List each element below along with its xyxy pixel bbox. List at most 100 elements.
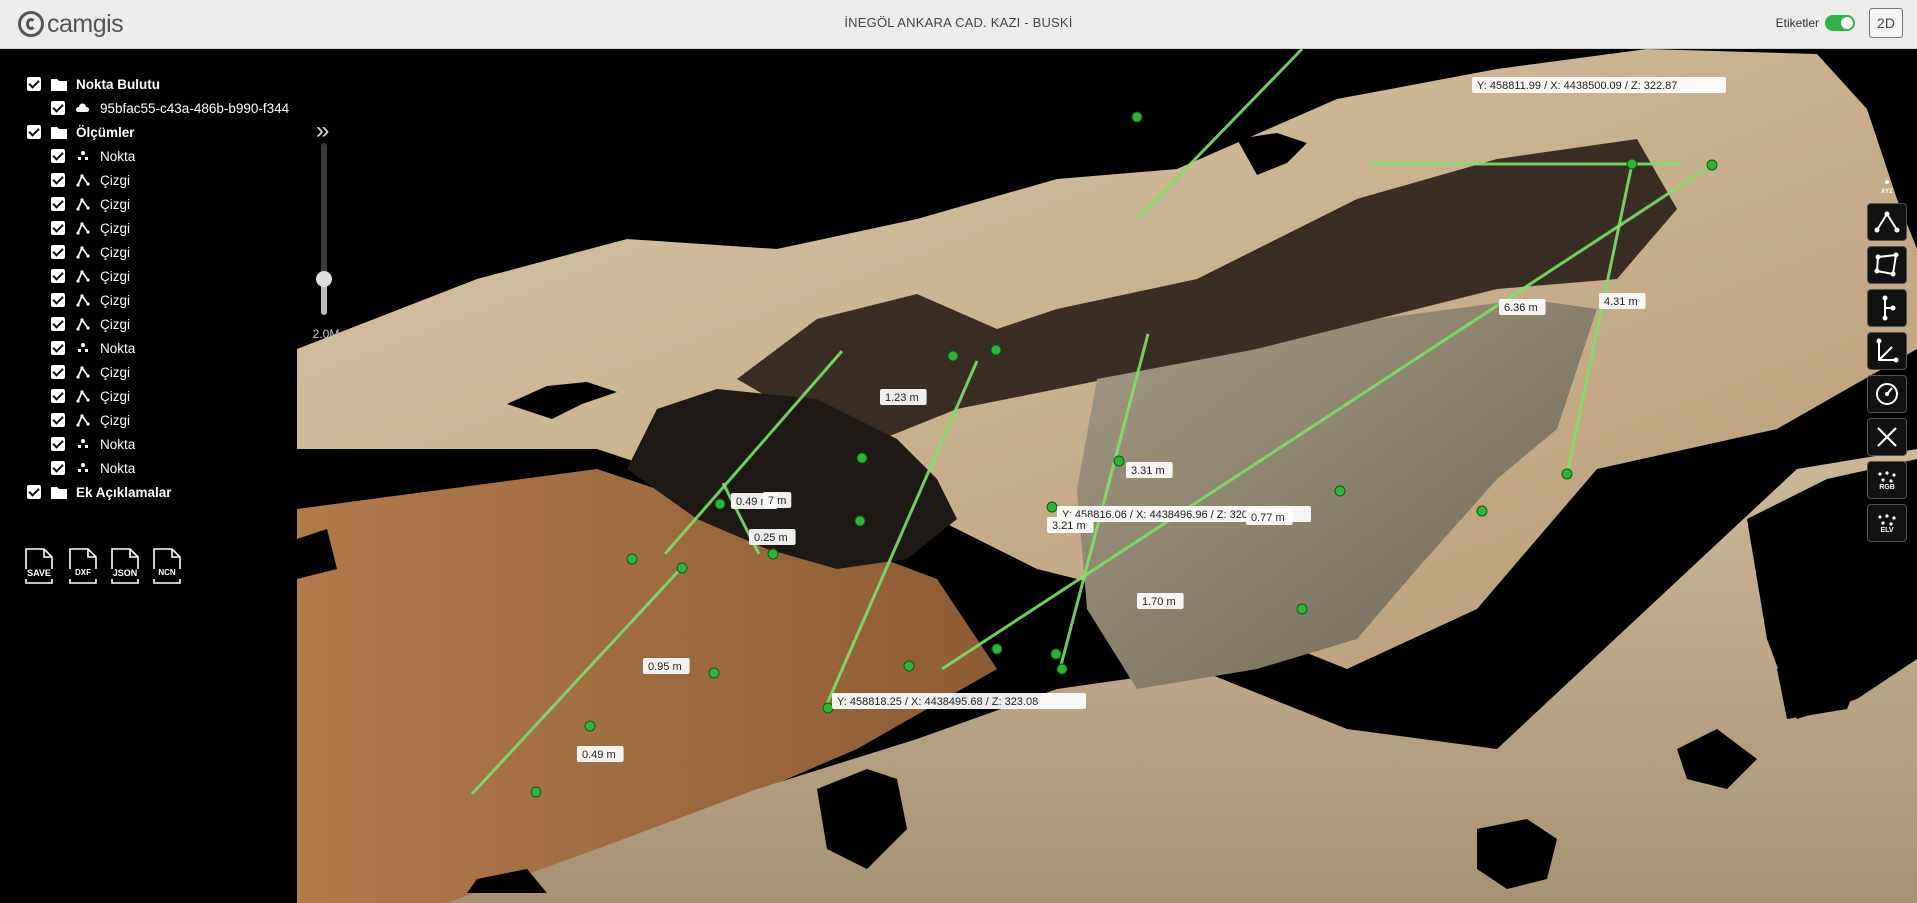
layer-tree-item[interactable]: Ölçümler — [27, 120, 297, 144]
project-title: İNEGÖL ANKARA CAD. KAZI - BUSKİ — [844, 15, 1073, 30]
folder-icon — [50, 124, 68, 140]
layer-tree-item[interactable]: Çizgi — [27, 168, 297, 192]
measurement-label-text: 0.49 m — [582, 749, 616, 761]
distance-tool-icon — [1882, 295, 1896, 321]
measurement-point[interactable] — [990, 344, 1002, 356]
measurement-point[interactable] — [991, 643, 1003, 655]
layer-visibility-checkbox[interactable] — [27, 77, 41, 91]
point-cloud-viewer[interactable]: Y: 458811.99 / X: 4438500.09 / Z: 322.87… — [297, 49, 1917, 903]
layer-visibility-checkbox[interactable] — [27, 485, 41, 499]
layer-visibility-checkbox[interactable] — [51, 269, 65, 283]
layer-label: Çizgi — [100, 292, 131, 308]
measurement-point[interactable] — [1706, 159, 1718, 171]
layer-tree-item[interactable]: Çizgi — [27, 360, 297, 384]
view-2d-button[interactable]: 2D — [1869, 8, 1903, 38]
layer-label: Çizgi — [100, 196, 131, 212]
layer-tree-item[interactable]: Çizgi — [27, 240, 297, 264]
color-mode-label: RGB — [1879, 483, 1895, 491]
layer-visibility-checkbox[interactable] — [51, 149, 65, 163]
layer-visibility-checkbox[interactable] — [51, 413, 65, 427]
export-json-button[interactable]: JSON — [108, 547, 142, 585]
clear-tool-icon — [1877, 427, 1897, 447]
measurement-point[interactable] — [1056, 663, 1068, 675]
measurement-point[interactable] — [676, 562, 688, 574]
layer-visibility-checkbox[interactable] — [51, 461, 65, 475]
layer-visibility-checkbox[interactable] — [51, 293, 65, 307]
layer-visibility-checkbox[interactable] — [51, 437, 65, 451]
measurement-point[interactable] — [1561, 468, 1573, 480]
angle-tool-button[interactable] — [1867, 203, 1907, 241]
measurement-label: Y: 458818.25 / X: 4438495.68 / Z: 323.08 — [832, 693, 1086, 709]
measurement-point[interactable] — [1050, 648, 1062, 660]
layer-visibility-checkbox[interactable] — [51, 101, 65, 115]
layer-tree-item[interactable]: Çizgi — [27, 384, 297, 408]
measurement-point[interactable] — [822, 702, 834, 714]
layer-label: Çizgi — [100, 268, 131, 284]
layer-visibility-checkbox[interactable] — [51, 365, 65, 379]
measurement-point[interactable] — [1476, 505, 1488, 517]
measurement-point[interactable] — [1131, 111, 1143, 123]
measurement-point[interactable] — [1113, 455, 1125, 467]
layer-tree-item[interactable]: Çizgi — [27, 192, 297, 216]
labels-toggle-label: Etiketler — [1775, 16, 1819, 30]
rgb-color-button[interactable]: RGB — [1867, 461, 1907, 499]
measurement-point[interactable] — [903, 660, 915, 672]
clear-tool-button[interactable] — [1867, 418, 1907, 456]
layer-tree-item[interactable]: Nokta Bulutu — [27, 72, 297, 96]
labels-toggle[interactable] — [1825, 15, 1855, 31]
layer-tree-item[interactable]: Nokta — [27, 456, 297, 480]
layer-tree-item[interactable]: Çizgi — [27, 288, 297, 312]
measurement-point[interactable] — [530, 786, 542, 798]
export-dxf-button[interactable]: DXF — [66, 547, 100, 585]
measurement-point[interactable] — [854, 515, 866, 527]
measurement-point[interactable] — [1626, 158, 1638, 170]
layer-visibility-checkbox[interactable] — [51, 221, 65, 235]
measurement-point[interactable] — [626, 553, 638, 565]
height-tool-button[interactable] — [1867, 332, 1907, 370]
layer-tree-item[interactable]: Çizgi — [27, 408, 297, 432]
color-mode-label: ELV — [1880, 526, 1894, 534]
measurement-label-text: 6.36 m — [1504, 302, 1538, 314]
point-cloud-canvas[interactable]: Y: 458811.99 / X: 4438500.09 / Z: 322.87… — [297, 49, 1917, 903]
measurement-point[interactable] — [714, 498, 726, 510]
layer-tree-item[interactable]: Nokta — [27, 336, 297, 360]
export-label: NCN — [158, 568, 176, 577]
line-icon — [74, 412, 92, 428]
measurement-point[interactable] — [708, 667, 720, 679]
layer-tree-item[interactable]: Nokta — [27, 144, 297, 168]
layer-label: Çizgi — [100, 172, 131, 188]
measurement-point[interactable] — [856, 452, 868, 464]
layer-visibility-checkbox[interactable] — [27, 125, 41, 139]
distance-tool-button[interactable] — [1867, 289, 1907, 327]
layer-visibility-checkbox[interactable] — [51, 173, 65, 187]
measurement-point[interactable] — [767, 548, 779, 560]
export-ncn-button[interactable]: NCN — [150, 547, 184, 585]
measurement-point[interactable] — [947, 350, 959, 362]
measurement-point[interactable] — [1296, 603, 1308, 615]
layer-visibility-checkbox[interactable] — [51, 341, 65, 355]
area-tool-button[interactable] — [1867, 246, 1907, 284]
layer-tree-item[interactable]: Nokta — [27, 432, 297, 456]
measurement-point[interactable] — [1046, 501, 1058, 513]
layer-tree-item[interactable]: Çizgi — [27, 264, 297, 288]
layer-tree-item[interactable]: Çizgi — [27, 312, 297, 336]
xyz-tool-button[interactable]: XYZ — [1867, 174, 1907, 198]
measurement-point[interactable] — [1334, 485, 1346, 497]
line-icon — [74, 292, 92, 308]
line-icon — [74, 316, 92, 332]
measurement-label-text: 7 m — [768, 495, 786, 507]
layer-visibility-checkbox[interactable] — [51, 317, 65, 331]
layer-label: Nokta Bulutu — [76, 76, 160, 92]
layer-visibility-checkbox[interactable] — [51, 197, 65, 211]
layer-tree-item[interactable]: 95bfac55-c43a-486b-b990-f344 — [27, 96, 297, 120]
circle-tool-button[interactable] — [1867, 375, 1907, 413]
layer-visibility-checkbox[interactable] — [51, 389, 65, 403]
layer-visibility-checkbox[interactable] — [51, 245, 65, 259]
measurement-point[interactable] — [584, 720, 596, 732]
layer-label: Çizgi — [100, 220, 131, 236]
layer-tree-item[interactable]: Çizgi — [27, 216, 297, 240]
export-save-button[interactable]: SAVE — [22, 547, 56, 585]
layer-tree-item[interactable]: Ek Açıklamalar — [27, 480, 297, 504]
top-bar: camgis İNEGÖL ANKARA CAD. KAZI - BUSKİ E… — [0, 0, 1917, 49]
elevation-color-button[interactable]: ELV — [1867, 504, 1907, 542]
